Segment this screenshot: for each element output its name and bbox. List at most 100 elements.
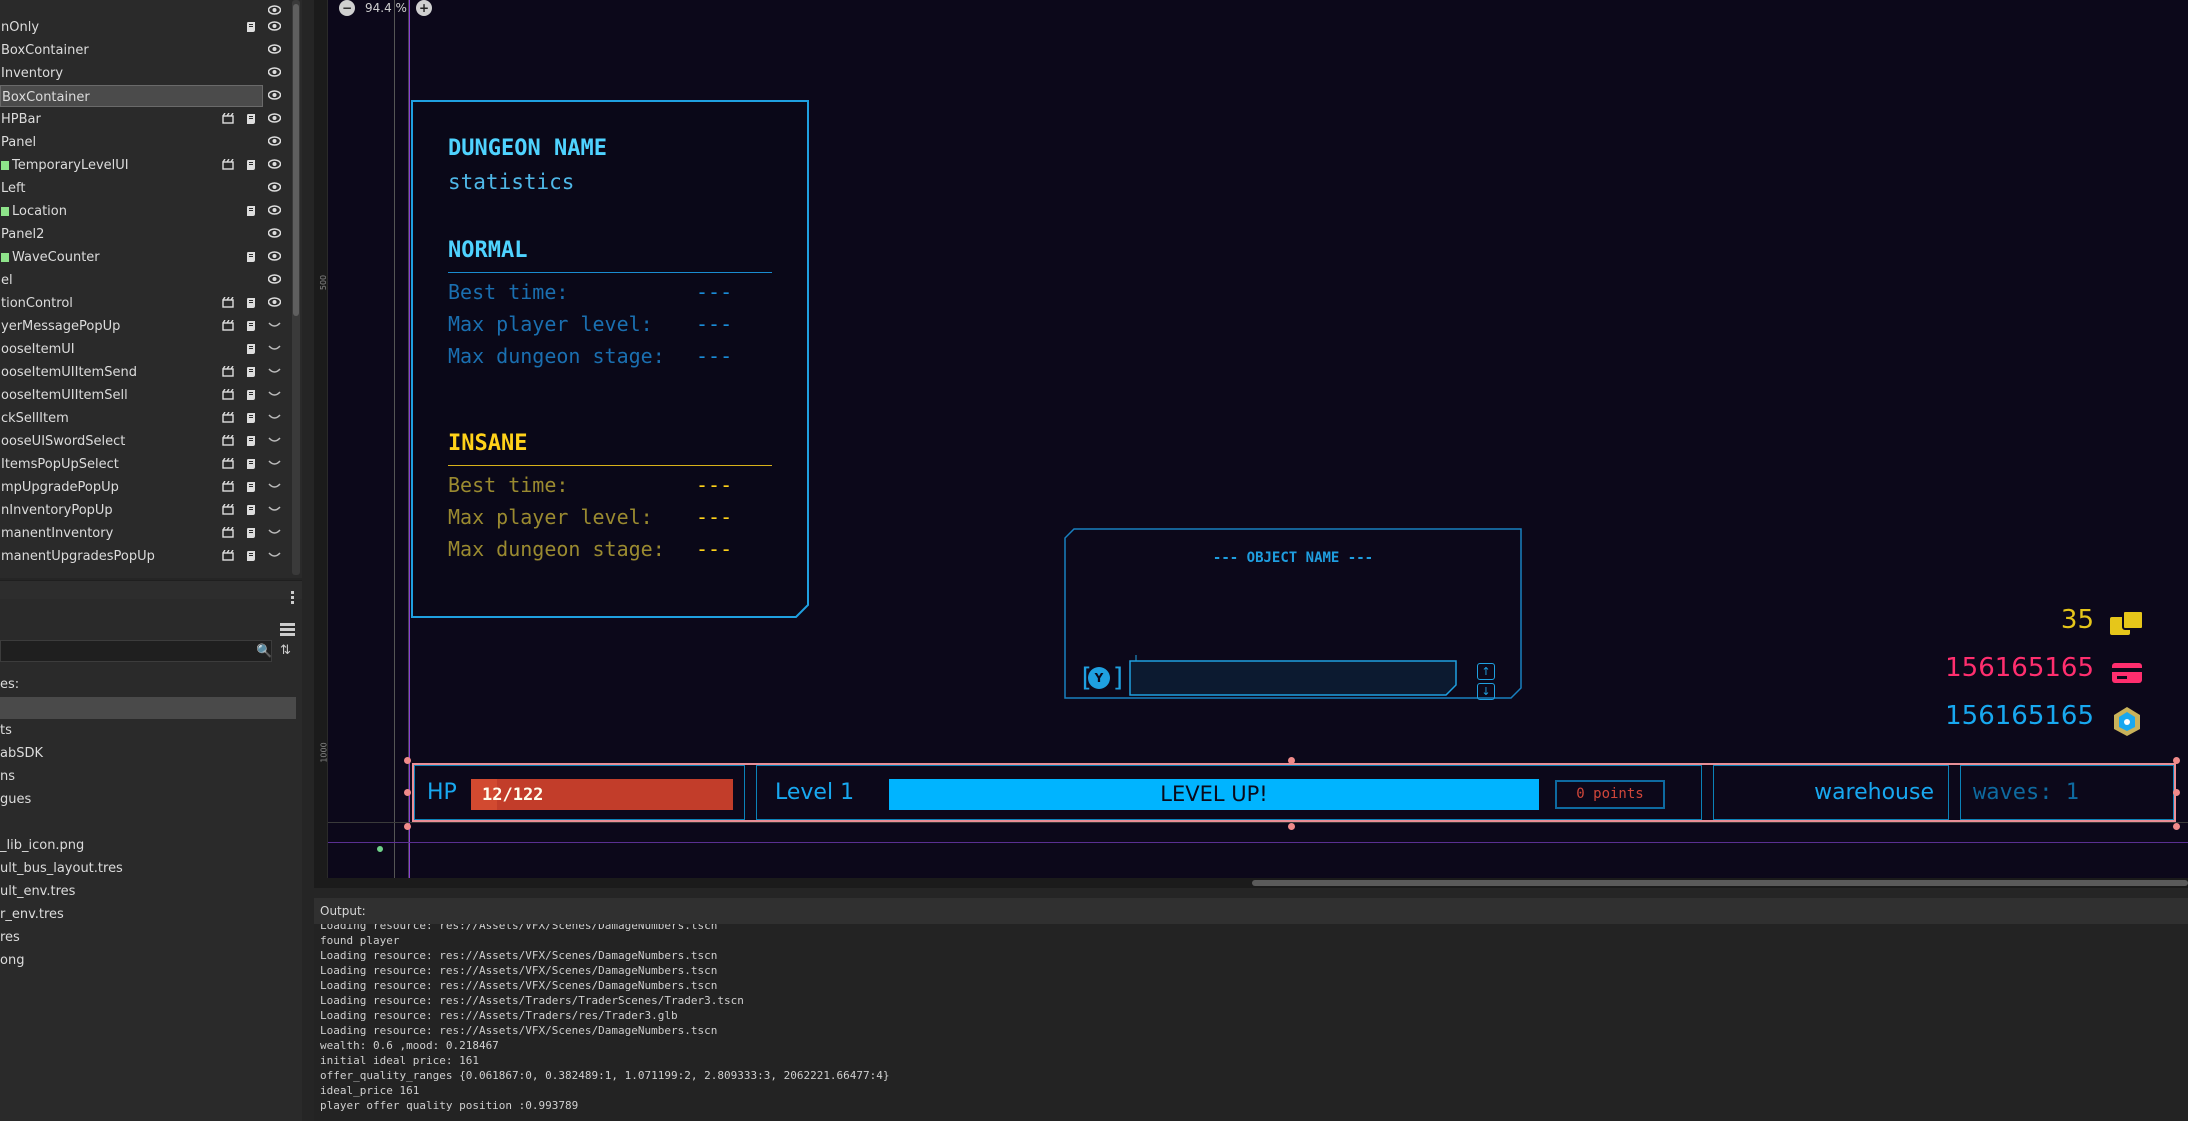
eye-icon[interactable]	[266, 131, 282, 154]
scene-tree-item[interactable]: ooseItemUI	[0, 338, 302, 361]
scene-tree-item[interactable]: manentInventory	[0, 522, 302, 545]
eye-closed-icon[interactable]	[266, 407, 282, 430]
script-icon[interactable]	[243, 154, 259, 177]
scene-tree-item[interactable]: yerMessagePopUp	[0, 315, 302, 338]
script-icon[interactable]	[243, 545, 259, 568]
filesystem-item[interactable]: ong	[0, 949, 300, 972]
clapperboard-icon[interactable]	[220, 453, 236, 476]
level-up-button[interactable]: LEVEL UP!	[889, 779, 1539, 810]
eye-icon[interactable]	[266, 177, 282, 200]
script-icon[interactable]	[243, 246, 259, 269]
scene-tree-item[interactable]: manentUpgradesPopUp	[0, 545, 302, 568]
resize-handle[interactable]	[1288, 757, 1295, 764]
script-icon[interactable]	[243, 315, 259, 338]
more-icon[interactable]	[291, 591, 295, 605]
resize-handle[interactable]	[404, 823, 411, 830]
zoom-level[interactable]: 94.4 %	[365, 0, 407, 16]
clapperboard-icon[interactable]	[220, 154, 236, 177]
eye-icon[interactable]	[266, 246, 282, 269]
script-icon[interactable]	[243, 407, 259, 430]
viewport-hscroll[interactable]	[314, 878, 2188, 888]
eye-icon[interactable]	[266, 108, 282, 131]
script-icon[interactable]	[243, 476, 259, 499]
filesystem-item[interactable]: res	[0, 926, 300, 949]
filesystem-item[interactable]: gues	[0, 788, 300, 811]
filesystem-item[interactable]: _lib_icon.png	[0, 834, 300, 857]
scene-tree-item[interactable]: ooseItemUIItemSell	[0, 384, 302, 407]
clapperboard-icon[interactable]	[220, 499, 236, 522]
scene-tree-item[interactable]: BoxContainer	[0, 85, 302, 108]
filesystem-item[interactable]: ult_env.tres	[0, 880, 300, 903]
zoom-out-button[interactable]: −	[339, 0, 355, 16]
clapperboard-icon[interactable]	[220, 361, 236, 384]
script-icon[interactable]	[243, 384, 259, 407]
scene-tree-item[interactable]: nInventoryPopUp	[0, 499, 302, 522]
filesystem-item[interactable]: r_env.tres	[0, 903, 300, 926]
arrow-down-icon[interactable]: ↓	[1477, 683, 1495, 700]
script-icon[interactable]	[243, 338, 259, 361]
zoom-in-button[interactable]: +	[416, 0, 432, 16]
layout-toggle-icon[interactable]	[280, 623, 295, 637]
scene-tree-item[interactable]: ItemsPopUpSelect	[0, 453, 302, 476]
eye-closed-icon[interactable]	[266, 384, 282, 407]
resize-handle[interactable]	[404, 789, 411, 796]
scene-tree-item[interactable]: mpUpgradePopUp	[0, 476, 302, 499]
eye-closed-icon[interactable]	[266, 430, 282, 453]
eye-closed-icon[interactable]	[266, 338, 282, 361]
script-icon[interactable]	[243, 292, 259, 315]
clapperboard-icon[interactable]	[220, 407, 236, 430]
resize-handle[interactable]	[1288, 823, 1295, 830]
eye-icon[interactable]	[266, 292, 282, 315]
scrollbar-thumb[interactable]	[293, 4, 299, 316]
scene-tree-item[interactable]: tionControl	[0, 292, 302, 315]
eye-closed-icon[interactable]	[266, 315, 282, 338]
filesystem-item[interactable]: ts	[0, 719, 300, 742]
scene-tree-item[interactable]: ckSellItem	[0, 407, 302, 430]
script-icon[interactable]	[243, 108, 259, 131]
scene-tree-item[interactable]: TemporaryLevelUI	[0, 154, 302, 177]
clapperboard-icon[interactable]	[220, 545, 236, 568]
eye-icon[interactable]	[266, 154, 282, 177]
clapperboard-icon[interactable]	[220, 384, 236, 407]
scene-tree-item[interactable]: HPBar	[0, 108, 302, 131]
scene-tree-item[interactable]: nOnly	[0, 16, 302, 39]
pivot-marker[interactable]	[377, 846, 383, 852]
script-icon[interactable]	[243, 522, 259, 545]
eye-icon[interactable]	[266, 269, 282, 292]
resize-handle[interactable]	[2173, 789, 2180, 796]
eye-icon[interactable]	[266, 223, 282, 246]
scene-tree-item[interactable]: Left	[0, 177, 302, 200]
script-icon[interactable]	[243, 361, 259, 384]
scene-tree-item[interactable]: ooseUISwordSelect	[0, 430, 302, 453]
eye-icon[interactable]	[266, 0, 282, 23]
scene-tree-item[interactable]: Inventory	[0, 62, 302, 85]
clapperboard-icon[interactable]	[220, 108, 236, 131]
scene-tree-item[interactable]: Panel2	[0, 223, 302, 246]
clapperboard-icon[interactable]	[220, 430, 236, 453]
script-icon[interactable]	[243, 200, 259, 223]
scene-tree-scrollbar[interactable]	[292, 0, 300, 575]
arrow-up-icon[interactable]: ↑	[1477, 663, 1495, 680]
scene-tree-item[interactable]: BoxContainer	[0, 39, 302, 62]
script-icon[interactable]	[243, 430, 259, 453]
clapperboard-icon[interactable]	[220, 315, 236, 338]
hud-bottom-bar[interactable]: HP 12/122 Level 1 LEVEL UP! 0 points war…	[412, 763, 2176, 822]
eye-closed-icon[interactable]	[266, 545, 282, 568]
eye-closed-icon[interactable]	[266, 522, 282, 545]
script-icon[interactable]	[243, 16, 259, 39]
sort-icon[interactable]: ⇅	[280, 643, 291, 658]
script-icon[interactable]	[243, 499, 259, 522]
eye-icon[interactable]	[266, 62, 282, 85]
eye-closed-icon[interactable]	[266, 476, 282, 499]
scene-tree-item[interactable]: Panel	[0, 131, 302, 154]
output-log[interactable]: Loading resource: res://Assets/VFX/Scene…	[314, 924, 2188, 1121]
eye-closed-icon[interactable]	[266, 361, 282, 384]
filesystem-item[interactable]: ns	[0, 765, 300, 788]
script-icon[interactable]	[243, 453, 259, 476]
scene-tree-item[interactable]: WaveCounter	[0, 246, 302, 269]
resize-handle[interactable]	[404, 757, 411, 764]
clapperboard-icon[interactable]	[220, 522, 236, 545]
scene-tree-item[interactable]: ooseItemUIItemSend	[0, 361, 302, 384]
clapperboard-icon[interactable]	[220, 476, 236, 499]
scene-tree-item[interactable]: Location	[0, 200, 302, 223]
